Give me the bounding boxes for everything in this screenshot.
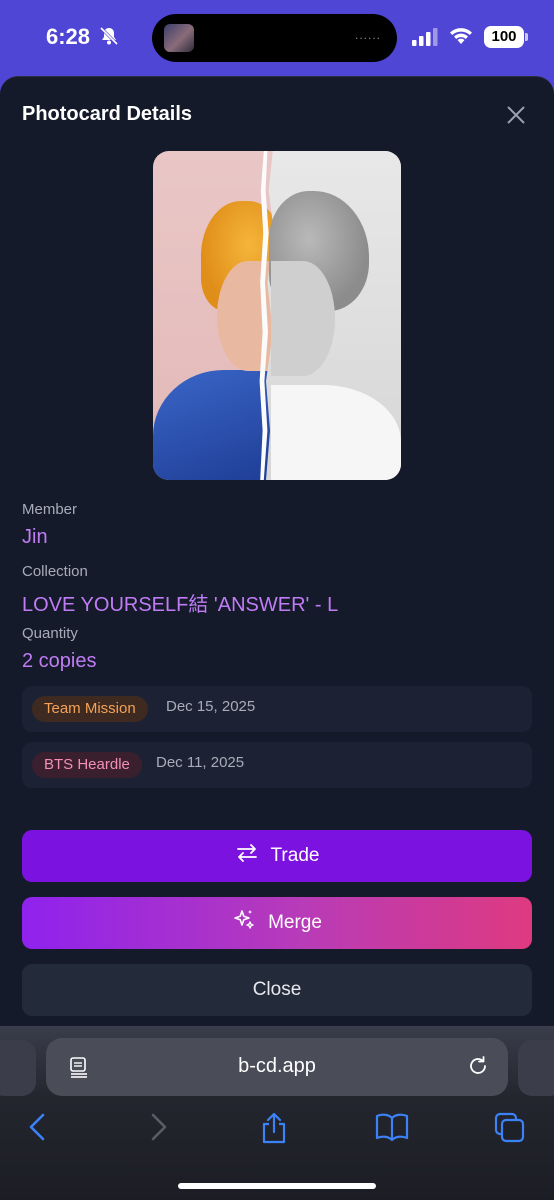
merge-label: Merge [268, 912, 322, 933]
previous-tab-preview[interactable] [0, 1040, 36, 1096]
collection-label: Collection [22, 563, 88, 580]
forward-icon[interactable] [146, 1112, 170, 1147]
wifi-icon [448, 26, 474, 51]
swap-arrows-icon [235, 842, 259, 870]
photocard-image [153, 151, 401, 480]
acquired-date: Dec 11, 2025 [156, 754, 245, 771]
sparkles-icon [232, 908, 256, 938]
collection-value: LOVE YOURSELF結 'ANSWER' - L [22, 594, 339, 616]
member-value: Jin [22, 526, 48, 548]
island-dots: ...... [354, 28, 381, 42]
signal-icon [412, 28, 438, 51]
modal-title: Photocard Details [22, 103, 193, 125]
source-badge: Team Mission [32, 696, 148, 722]
next-tab-preview[interactable] [518, 1040, 554, 1096]
tabs-icon[interactable] [494, 1112, 526, 1149]
member-label: Member [22, 501, 78, 518]
back-icon[interactable] [26, 1112, 50, 1147]
trade-button[interactable]: Trade [22, 830, 532, 882]
photocard-details-modal: Photocard Details Member Jin Collection … [0, 76, 554, 1036]
url-text: b-cd.app [238, 1055, 316, 1077]
home-indicator [178, 1183, 376, 1189]
history-row: BTS Heardle Dec 11, 2025 [22, 742, 532, 788]
bell-slash-icon [99, 26, 119, 51]
source-badge: BTS Heardle [32, 752, 142, 778]
quantity-label: Quantity [22, 625, 78, 642]
close-icon[interactable] [504, 103, 528, 127]
share-icon[interactable] [260, 1112, 288, 1149]
merge-button[interactable]: Merge [22, 897, 532, 949]
reload-icon[interactable] [466, 1054, 490, 1083]
acquired-date: Dec 15, 2025 [166, 698, 256, 715]
battery-indicator: 100 [484, 26, 528, 48]
now-playing-thumbnail [164, 24, 194, 52]
bookmarks-icon[interactable] [375, 1112, 409, 1147]
browser-chrome: b-cd.app [0, 1026, 554, 1200]
status-time: 6:28 [46, 24, 91, 49]
quantity-value: 2 copies [22, 650, 97, 672]
history-row: Team Mission Dec 15, 2025 [22, 686, 532, 732]
dynamic-island: ...... [152, 14, 397, 62]
address-bar[interactable]: b-cd.app [46, 1038, 508, 1096]
trade-label: Trade [270, 845, 320, 866]
close-label: Close [252, 979, 302, 1000]
close-button[interactable]: Close [22, 964, 532, 1016]
status-bar: 6:28 ...... 100 [0, 0, 554, 76]
